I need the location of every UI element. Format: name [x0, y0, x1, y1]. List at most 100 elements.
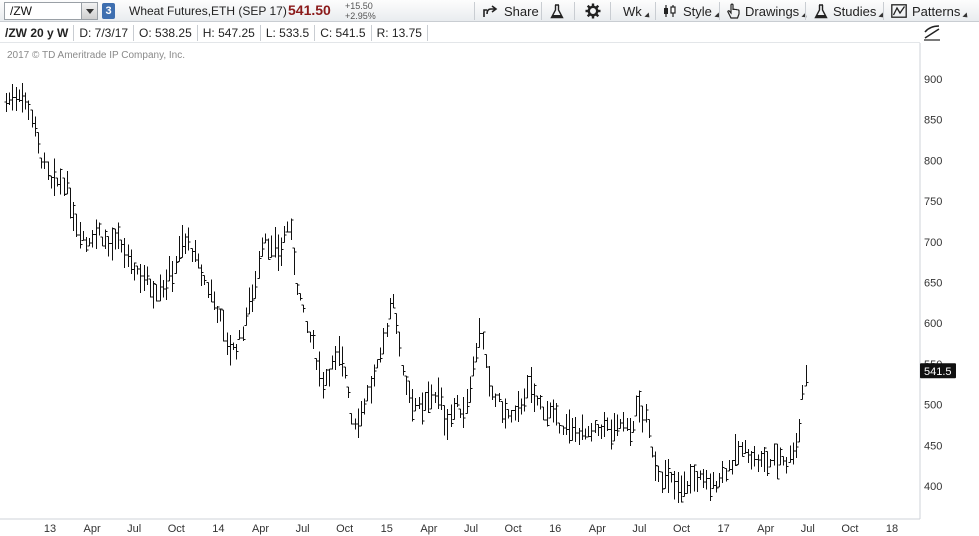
ohlc-bar	[145, 266, 150, 286]
ohlc-bar	[640, 405, 645, 433]
ohlc-bar	[78, 222, 83, 249]
ohlc-bar	[589, 423, 594, 442]
ohlc-bar	[522, 388, 527, 412]
patterns-button[interactable]: Patterns	[891, 0, 970, 22]
ohlc-bar	[340, 346, 345, 377]
ohlc-bar	[804, 365, 809, 387]
price-chart[interactable]: 900850800750700650600550500450400 13AprJ…	[0, 43, 979, 536]
ohlc-bar	[46, 161, 51, 180]
ohlc-bar	[618, 419, 623, 429]
ohlc-bar	[695, 470, 700, 493]
studies-label: Studies	[833, 3, 877, 19]
ohlc-bar	[788, 445, 793, 464]
ohlc-bar	[138, 264, 143, 294]
drawing-tools-toggle[interactable]	[921, 23, 943, 43]
ohlc-bar	[33, 116, 38, 137]
ohlc-bar	[285, 221, 290, 233]
ohlc-bar	[68, 187, 73, 219]
ohlc-bar	[94, 219, 99, 250]
time-tick-label: Oct	[168, 523, 185, 535]
patterns-label: Patterns	[912, 3, 961, 19]
ohlc-bar	[749, 451, 754, 470]
ohlc-bar	[663, 460, 668, 490]
ohlc-bar	[554, 402, 559, 426]
ohlc-bar	[365, 385, 370, 402]
ohlc-bar	[42, 152, 47, 170]
ohlc-bar	[423, 392, 428, 411]
ohlc-bar	[381, 328, 386, 355]
ohlc-bar	[356, 408, 361, 438]
time-tick-label: 18	[886, 523, 898, 535]
ohlc-bar	[209, 279, 214, 303]
ohlc-bar	[158, 274, 163, 302]
toolbar-divider	[610, 2, 611, 20]
ohlc-bar	[669, 472, 674, 483]
time-tick-label: Apr	[84, 523, 101, 535]
ohlc-bar	[410, 389, 415, 422]
toolbar-divider	[574, 2, 575, 20]
share-button[interactable]: Share	[483, 0, 539, 22]
ohlc-bar	[599, 424, 604, 439]
ohlc-bar	[708, 473, 713, 501]
settings-button[interactable]	[585, 0, 601, 22]
ohlc-bar	[688, 464, 693, 494]
time-tick-label: Apr	[757, 523, 774, 535]
ohlc-bar	[269, 235, 274, 259]
price-axis: 900850800750700650600550500450400	[924, 74, 942, 493]
ohlc-bar	[545, 401, 550, 427]
ohlc-bar	[333, 346, 338, 370]
share-icon	[483, 5, 498, 17]
ohlc-bar	[346, 386, 351, 398]
ohlc-bar	[736, 441, 741, 466]
style-button[interactable]: Style	[662, 0, 722, 22]
ohlc-bar	[241, 326, 246, 341]
bar-low: L: 533.5	[261, 24, 316, 41]
ohlc-bar	[541, 406, 546, 421]
ohlc-info-bar: /ZW 20 y W D: 7/3/17 O: 538.25 H: 547.25…	[0, 23, 920, 43]
ohlc-bar	[513, 405, 518, 421]
net-change-percent: +2.95%	[345, 11, 376, 21]
studies-button[interactable]: Studies	[814, 0, 886, 22]
ohlc-bar	[775, 443, 780, 480]
ohlc-bar	[596, 424, 601, 436]
ohlc-bar	[103, 229, 108, 250]
drawings-label: Drawings	[745, 3, 800, 19]
toolbar-divider	[474, 2, 475, 20]
time-tick-label: 16	[549, 523, 561, 535]
symbol-input[interactable]	[5, 3, 81, 19]
price-tick-label: 850	[924, 115, 942, 127]
ohlc-bar	[666, 459, 671, 494]
ohlc-bar	[391, 294, 396, 309]
ohlc-bar	[439, 387, 444, 411]
symbol-dropdown-button[interactable]	[81, 3, 97, 19]
link-group-badge[interactable]: 3	[102, 3, 115, 19]
ohlc-bar	[417, 397, 422, 410]
toolbar-divider	[805, 2, 806, 20]
time-tick-label: Jul	[464, 523, 478, 535]
aggregation-button[interactable]: Wk	[623, 0, 652, 22]
ohlc-bar	[225, 332, 230, 355]
flask-button[interactable]	[550, 0, 564, 22]
drawings-button[interactable]: Drawings	[726, 0, 809, 22]
ohlc-bar	[87, 237, 92, 247]
ohlc-bar	[308, 331, 313, 343]
ohlc-bar	[593, 420, 598, 434]
ohlc-bar	[244, 307, 249, 326]
ohlc-bar	[413, 398, 418, 412]
ohlc-bar	[637, 390, 642, 423]
symbol-selector[interactable]	[4, 2, 98, 20]
ohlc-bar	[263, 233, 268, 244]
bar-open: O: 538.25	[134, 24, 198, 41]
ohlc-bar	[429, 384, 434, 410]
ohlc-bar	[605, 417, 610, 432]
ohlc-bar	[266, 238, 271, 260]
bar-high: H: 547.25	[198, 24, 261, 41]
ohlc-bar	[765, 450, 770, 477]
ohlc-bar	[516, 391, 521, 423]
ohlc-bar	[106, 236, 111, 257]
candlestick-icon	[664, 5, 676, 17]
ohlc-bar	[449, 404, 454, 428]
ohlc-bar	[506, 408, 511, 419]
ohlc-bar	[538, 395, 543, 410]
chart-symbol-label[interactable]: /ZW 20 y W	[0, 24, 75, 41]
